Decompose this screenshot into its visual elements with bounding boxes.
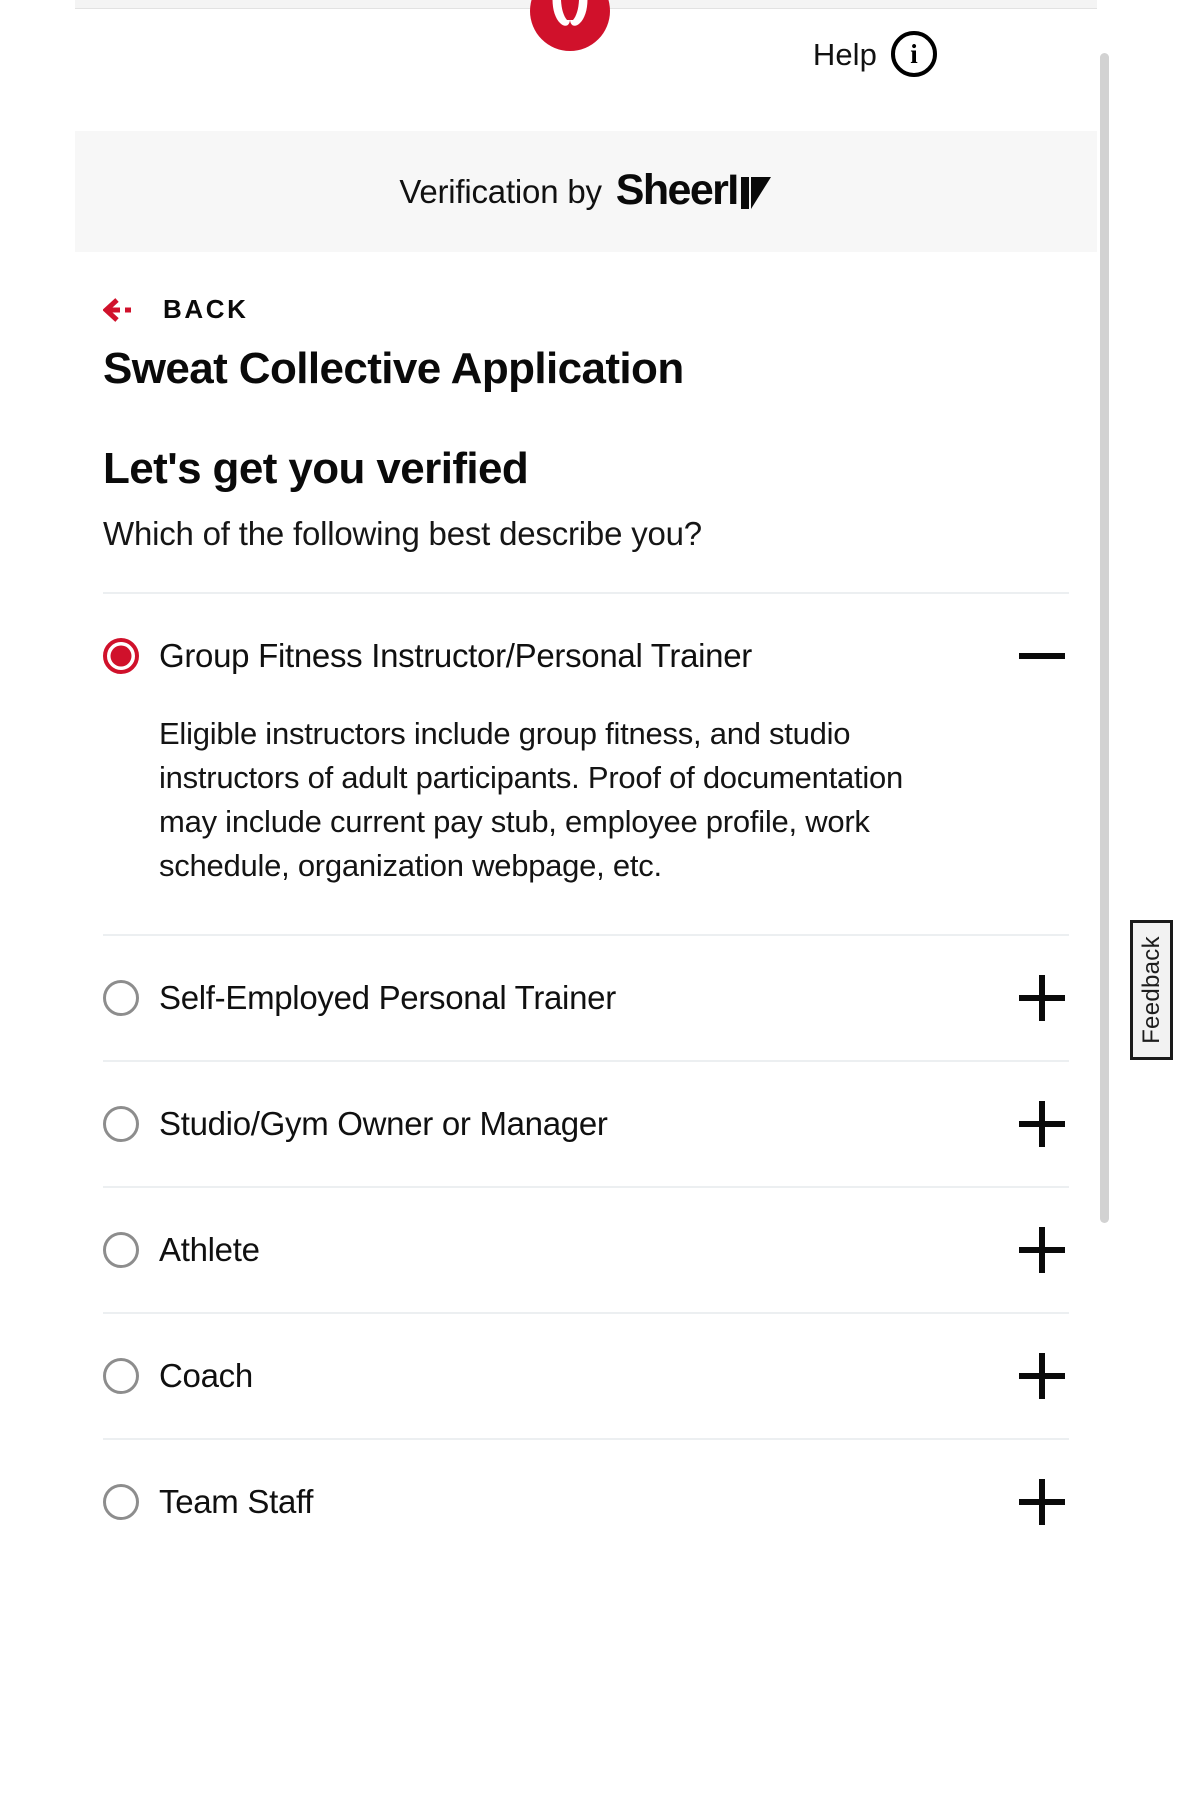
question-text: Which of the following best describe you… bbox=[103, 514, 702, 552]
scrollbar-thumb[interactable] bbox=[1100, 53, 1109, 1223]
option-header[interactable]: Coach bbox=[103, 1314, 1069, 1438]
back-label: BACK bbox=[163, 294, 249, 324]
info-icon[interactable]: i bbox=[891, 31, 937, 77]
verification-prefix-text: Verification by bbox=[399, 172, 602, 210]
option-header[interactable]: Team Staff bbox=[103, 1440, 1069, 1564]
option-group-fitness-instructor[interactable]: Group Fitness Instructor/Personal Traine… bbox=[103, 592, 1069, 934]
plus-icon[interactable] bbox=[1019, 975, 1065, 1022]
radio-button[interactable] bbox=[103, 1106, 139, 1143]
option-header[interactable]: Athlete bbox=[103, 1188, 1069, 1312]
option-athlete[interactable]: Athlete bbox=[103, 1186, 1069, 1312]
option-label: Coach bbox=[159, 1357, 253, 1395]
brand-header: Help i bbox=[75, 0, 1097, 131]
option-label: Studio/Gym Owner or Manager bbox=[159, 1105, 608, 1143]
option-header[interactable]: Studio/Gym Owner or Manager bbox=[103, 1062, 1069, 1186]
option-description: Eligible instructors include group fitne… bbox=[159, 716, 903, 884]
plus-icon[interactable] bbox=[1019, 1101, 1065, 1148]
feedback-label: Feedback bbox=[1137, 936, 1165, 1044]
plus-icon[interactable] bbox=[1019, 1353, 1065, 1400]
feedback-tab[interactable]: Feedback bbox=[1130, 920, 1173, 1060]
option-self-employed-personal-trainer[interactable]: Self-Employed Personal Trainer bbox=[103, 934, 1069, 1060]
option-label: Group Fitness Instructor/Personal Traine… bbox=[159, 637, 752, 675]
page-root: Help i Verification by SheerI BACK Sweat… bbox=[0, 0, 1200, 1800]
application-title: Sweat Collective Application bbox=[103, 344, 684, 393]
plus-icon[interactable] bbox=[1019, 1479, 1065, 1526]
sheerid-logo: SheerI bbox=[615, 166, 773, 214]
page-heading: Let's get you verified bbox=[103, 444, 529, 494]
option-label: Team Staff bbox=[159, 1483, 314, 1521]
options-list: Group Fitness Instructor/Personal Traine… bbox=[103, 592, 1069, 1564]
option-label: Athlete bbox=[159, 1231, 260, 1269]
main-content: BACK Sweat Collective Application Let's … bbox=[75, 252, 1097, 1565]
option-coach[interactable]: Coach bbox=[103, 1312, 1069, 1438]
radio-button[interactable] bbox=[103, 1232, 139, 1269]
sheerid-d-mark bbox=[739, 176, 773, 210]
option-label: Self-Employed Personal Trainer bbox=[159, 979, 616, 1017]
option-header[interactable]: Self-Employed Personal Trainer bbox=[103, 936, 1069, 1060]
minus-icon[interactable] bbox=[1019, 633, 1065, 679]
option-header[interactable]: Group Fitness Instructor/Personal Traine… bbox=[103, 594, 1069, 718]
plus-icon[interactable] bbox=[1019, 1227, 1065, 1274]
lululemon-logo bbox=[530, 0, 610, 51]
arrow-left-icon bbox=[103, 297, 145, 323]
verification-band: Verification by SheerI bbox=[75, 131, 1097, 252]
option-team-staff[interactable]: Team Staff bbox=[103, 1438, 1069, 1564]
radio-button[interactable] bbox=[103, 1358, 139, 1395]
radio-button[interactable] bbox=[103, 1484, 139, 1521]
help-button[interactable]: Help i bbox=[813, 31, 937, 77]
sheerid-wordmark: SheerI bbox=[615, 166, 739, 214]
option-studio-gym-owner-or-manager[interactable]: Studio/Gym Owner or Manager bbox=[103, 1060, 1069, 1186]
radio-button[interactable] bbox=[103, 980, 139, 1017]
radio-button[interactable] bbox=[103, 638, 139, 675]
help-label: Help bbox=[812, 36, 877, 72]
back-button[interactable]: BACK bbox=[103, 294, 249, 325]
